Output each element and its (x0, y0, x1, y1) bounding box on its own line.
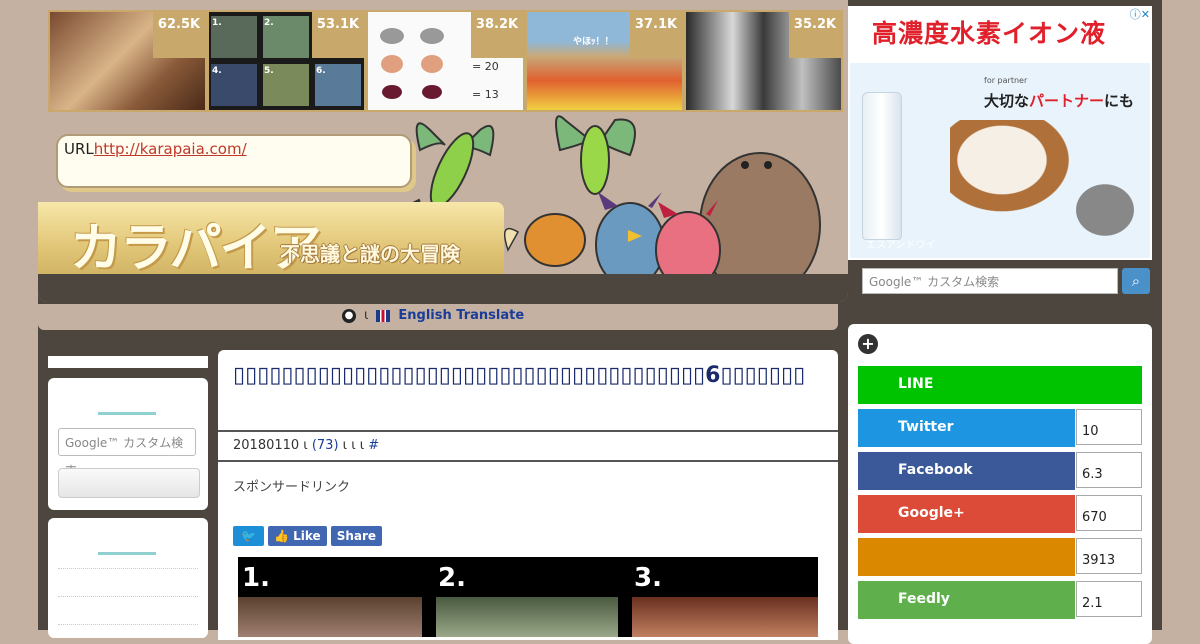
feedly-count: 2.1 (1076, 581, 1142, 617)
widget-title-line (98, 412, 156, 415)
adchoices-icon[interactable]: ⓘ✕ (1118, 8, 1150, 22)
plus-icon[interactable]: + (858, 334, 878, 354)
left-sidebar-header (48, 356, 208, 368)
line-label: LINE (858, 366, 1142, 404)
list-divider (58, 568, 198, 569)
site-tagline: 不思議と謎の大冒険 (280, 242, 460, 266)
hatena-label (858, 538, 1075, 576)
title-glyphs: ▯▯▯▯▯▯▯▯▯▯▯▯▯▯▯▯▯▯▯▯▯▯▯▯▯▯▯▯▯▯▯▯▯▯▯▯▯▯▯ (233, 363, 706, 388)
title-divider (218, 430, 838, 432)
popular-thumb-4[interactable]: やほｯ！！ 37.1K (525, 10, 684, 112)
thumbs-up-icon: 👍 (274, 529, 289, 543)
googleplus-count: 670 (1076, 495, 1142, 531)
panel-number: 1. (242, 563, 270, 593)
title-number: 6 (705, 363, 721, 388)
image-panel (238, 597, 422, 637)
globe-icon[interactable]: ● (342, 308, 356, 323)
thumb-view-count: 37.1K (630, 12, 682, 58)
list-divider (58, 624, 198, 625)
panel-label: 2. (264, 18, 274, 28)
translate-widget: ● ι English Translate (342, 308, 524, 323)
twitter-label: Twitter (858, 409, 1075, 447)
meta-tail: ι ι ι (342, 438, 365, 453)
popular-thumb-1[interactable]: 62.5K (48, 10, 207, 112)
image-panel (436, 597, 618, 637)
panel-number: 3. (634, 563, 662, 593)
facebook-share-button[interactable]: Share (330, 526, 383, 546)
thumb-view-count: 53.1K (312, 12, 364, 58)
equation-result: = 20 (472, 60, 499, 73)
panel-label: 1. (212, 18, 222, 28)
facebook-share[interactable]: Facebook 6.3 (858, 452, 1142, 490)
twitter-bird-icon: 🐦 (241, 529, 256, 543)
ad-subheadline: 大切なパートナーにも (984, 92, 1135, 110)
feedly-share[interactable]: Feedly 2.1 (858, 581, 1142, 619)
cat-image (1060, 170, 1150, 250)
translate-separator: ι (364, 308, 369, 323)
product-bottle-image (862, 92, 902, 240)
left-search-button[interactable] (58, 468, 200, 498)
article-main-image: 1. 2. 3. (238, 557, 818, 637)
article-title[interactable]: ▯▯▯▯▯▯▯▯▯▯▯▯▯▯▯▯▯▯▯▯▯▯▯▯▯▯▯▯▯▯▯▯▯▯▯▯▯▯▯6… (233, 362, 813, 390)
popular-thumb-3[interactable]: = 20 = 13 38.2K (366, 10, 525, 112)
popular-thumb-2[interactable]: 1. 2. 4. 5. 6. 53.1K (207, 10, 366, 112)
ad-headline: 高濃度水素イオン液 (872, 19, 1107, 48)
article-meta: 20180110 ι (73) ι ι ι # (233, 438, 379, 453)
facebook-like-button[interactable]: 👍 Like (268, 526, 327, 546)
meta-divider (218, 460, 838, 462)
equation-result: = 13 (472, 88, 499, 101)
twitter-share[interactable]: Twitter 10 (858, 409, 1142, 447)
sponsored-link-label: スポンサードリンク (233, 480, 351, 495)
comment-count-link[interactable]: (73) (312, 438, 339, 453)
ad-brand: エスアンドワイ (866, 240, 936, 251)
post-date: 20180110 ι (233, 438, 308, 453)
tweet-button[interactable]: 🐦 (233, 526, 264, 546)
hatena-share[interactable]: 3913 (858, 538, 1142, 576)
hatena-count: 3913 (1076, 538, 1142, 574)
facebook-label: Facebook (858, 452, 1075, 490)
header-bottom-strip (38, 274, 848, 302)
right-search-input[interactable]: Google™ カスタム検索 (862, 268, 1118, 294)
url-prefix: URL (64, 140, 94, 158)
site-url-link[interactable]: http://karapaia.com/ (94, 140, 247, 158)
site-url: URLhttp://karapaia.com/ (64, 140, 247, 158)
panel-label: 5. (264, 66, 274, 76)
panel-label: 4. (212, 66, 222, 76)
thumb-view-count: 35.2K (789, 12, 841, 58)
uk-flag-icon (376, 309, 391, 322)
left-search-input[interactable]: Google™ カスタム検索 (58, 428, 196, 478)
ad-partner-tag: for partner (984, 76, 1028, 85)
googleplus-label: Google+ (858, 495, 1075, 533)
english-translate-link[interactable]: English Translate (398, 308, 524, 323)
left-sidebar-widget (48, 518, 208, 638)
popular-thumb-5[interactable]: 35.2K (684, 10, 843, 112)
feedly-label: Feedly (858, 581, 1075, 619)
thumb-caption: やほｯ！！ (573, 37, 614, 47)
line-share[interactable]: LINE (858, 366, 1142, 404)
widget-title-line (98, 552, 156, 555)
panel-label: 6. (316, 66, 326, 76)
googleplus-share[interactable]: Google+ 670 (858, 495, 1142, 533)
image-panel (632, 597, 818, 637)
thumb-view-count: 62.5K (153, 12, 205, 58)
permalink-hash[interactable]: # (368, 438, 379, 453)
list-divider (58, 596, 198, 597)
panel-number: 2. (438, 563, 466, 593)
share-buttons: 🐦 👍 Like Share (233, 526, 383, 546)
search-icon[interactable]: ⌕ (1122, 268, 1150, 294)
twitter-count: 10 (1076, 409, 1142, 445)
facebook-count: 6.3 (1076, 452, 1142, 488)
thumb-view-count: 38.2K (471, 12, 523, 58)
